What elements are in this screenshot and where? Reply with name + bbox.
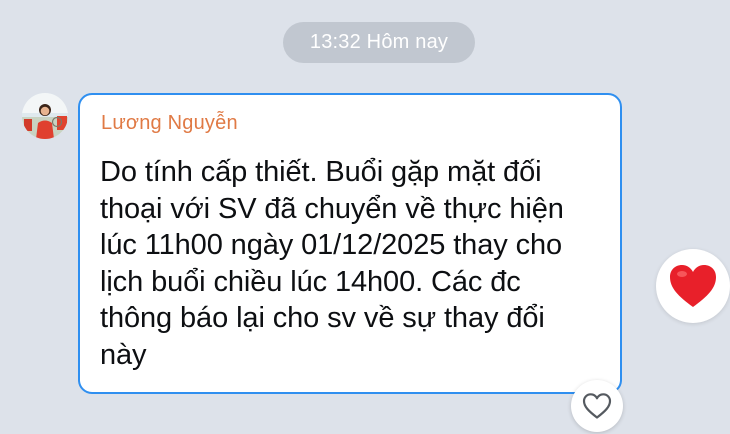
date-separator: 13:32 Hôm nay [283,22,475,63]
like-button[interactable] [571,380,623,432]
message-bubble[interactable]: Lương Nguyễn Do tính cấp thiết. Buổi gặp… [78,93,622,394]
heart-outline-icon [582,393,612,419]
heart-reaction-button[interactable] [656,249,730,323]
sender-avatar[interactable] [22,93,68,139]
avatar-image [22,93,68,139]
message-text: Do tính cấp thiết. Buổi gặp mặt đối thoạ… [100,156,564,371]
red-heart-icon [670,265,716,307]
sender-name[interactable]: Lương Nguyễn [101,112,238,135]
